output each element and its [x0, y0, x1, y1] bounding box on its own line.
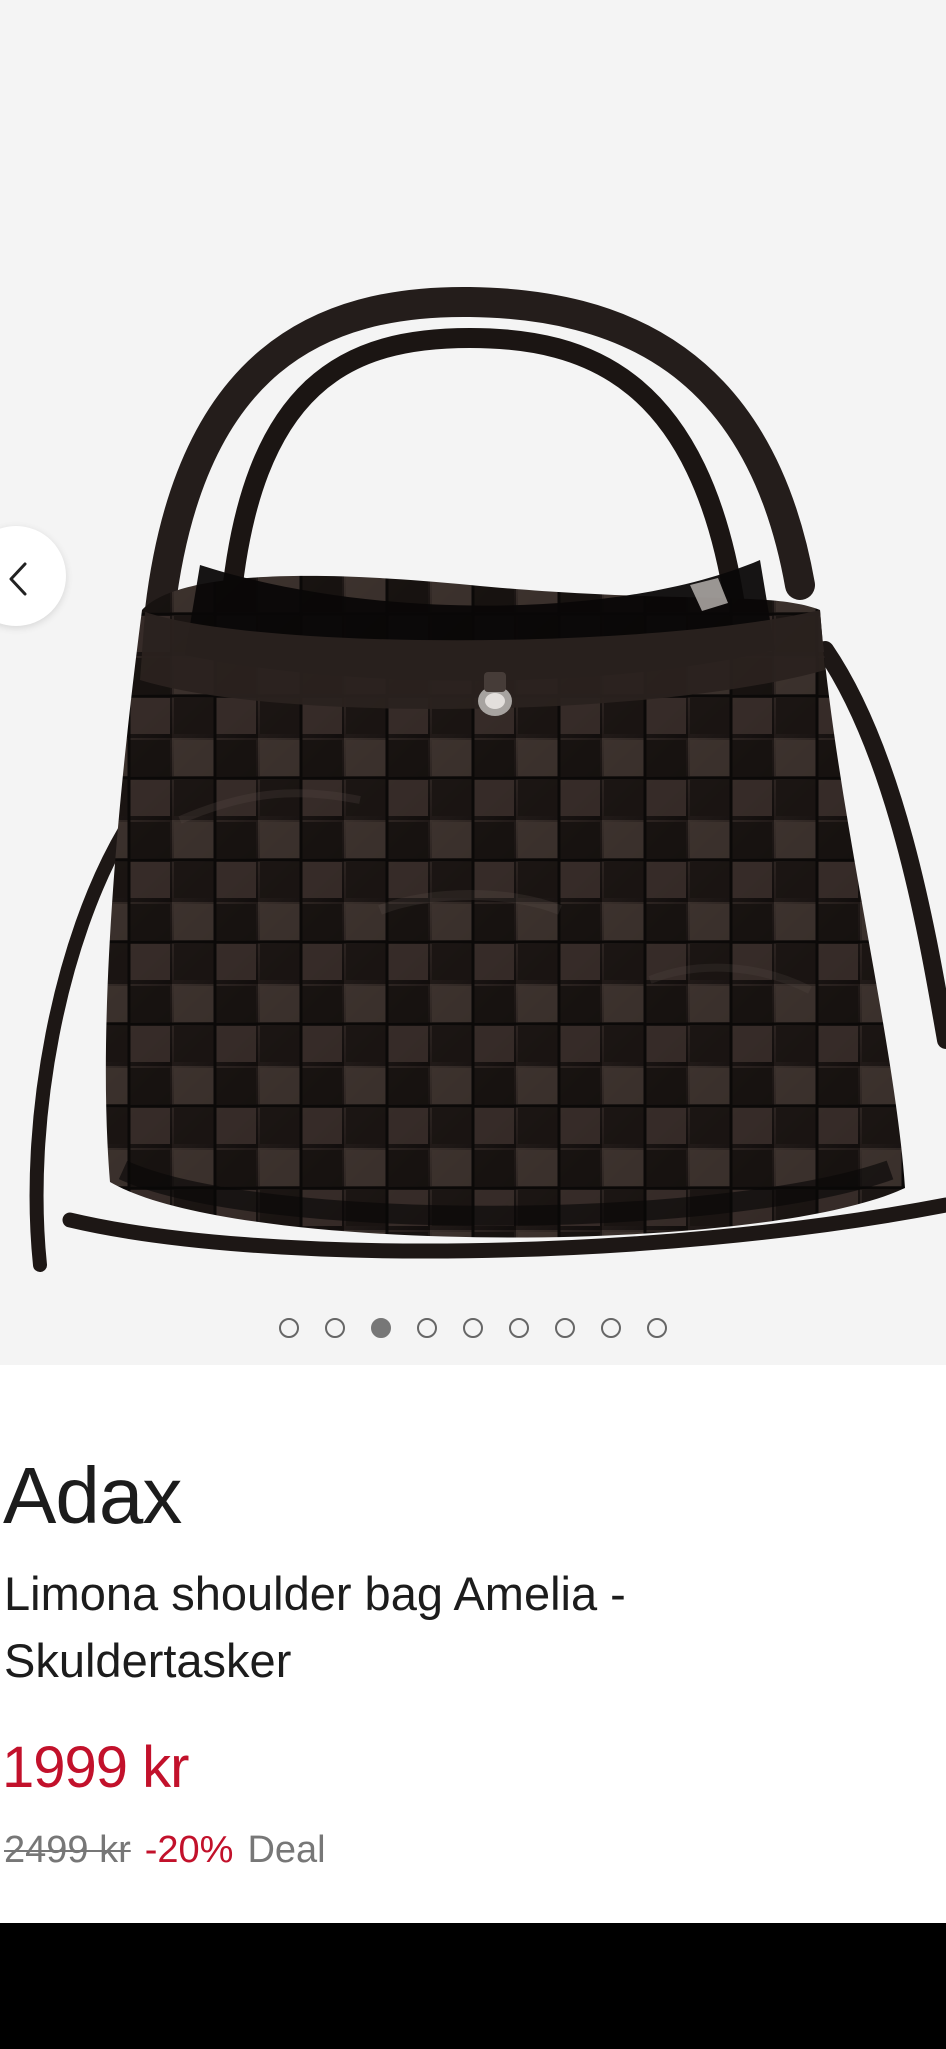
product-info: Adax Limona shoulder bag Amelia - Skulde…	[0, 1365, 946, 1923]
pagination-dot-active[interactable]	[371, 1318, 391, 1338]
pagination-dot[interactable]	[601, 1318, 621, 1338]
product-image	[29, 286, 946, 1272]
pagination-dot[interactable]	[325, 1318, 345, 1338]
pagination-dot[interactable]	[647, 1318, 667, 1338]
discount-badge: -20%	[144, 1829, 234, 1871]
pagination-dot[interactable]	[279, 1318, 299, 1338]
deal-label: Deal	[247, 1829, 326, 1871]
pagination-dot[interactable]	[417, 1318, 437, 1338]
brand-name[interactable]: Adax	[3, 1456, 182, 1536]
original-price: 2499 kr	[4, 1829, 131, 1871]
chevron-left-icon	[9, 562, 27, 596]
product-gallery[interactable]	[0, 0, 946, 1365]
current-price: 1999 kr	[2, 1735, 189, 1800]
image-pagination-dots	[0, 1314, 946, 1342]
product-page: Adax Limona shoulder bag Amelia - Skulde…	[0, 0, 946, 2049]
price-details: 2499 kr -20% Deal	[4, 1831, 326, 1869]
pagination-dot[interactable]	[509, 1318, 529, 1338]
pagination-dot[interactable]	[463, 1318, 483, 1338]
product-title: Limona shoulder bag Amelia - Skuldertask…	[4, 1567, 626, 1687]
pagination-dot[interactable]	[555, 1318, 575, 1338]
system-navigation-bar	[0, 1923, 946, 2049]
